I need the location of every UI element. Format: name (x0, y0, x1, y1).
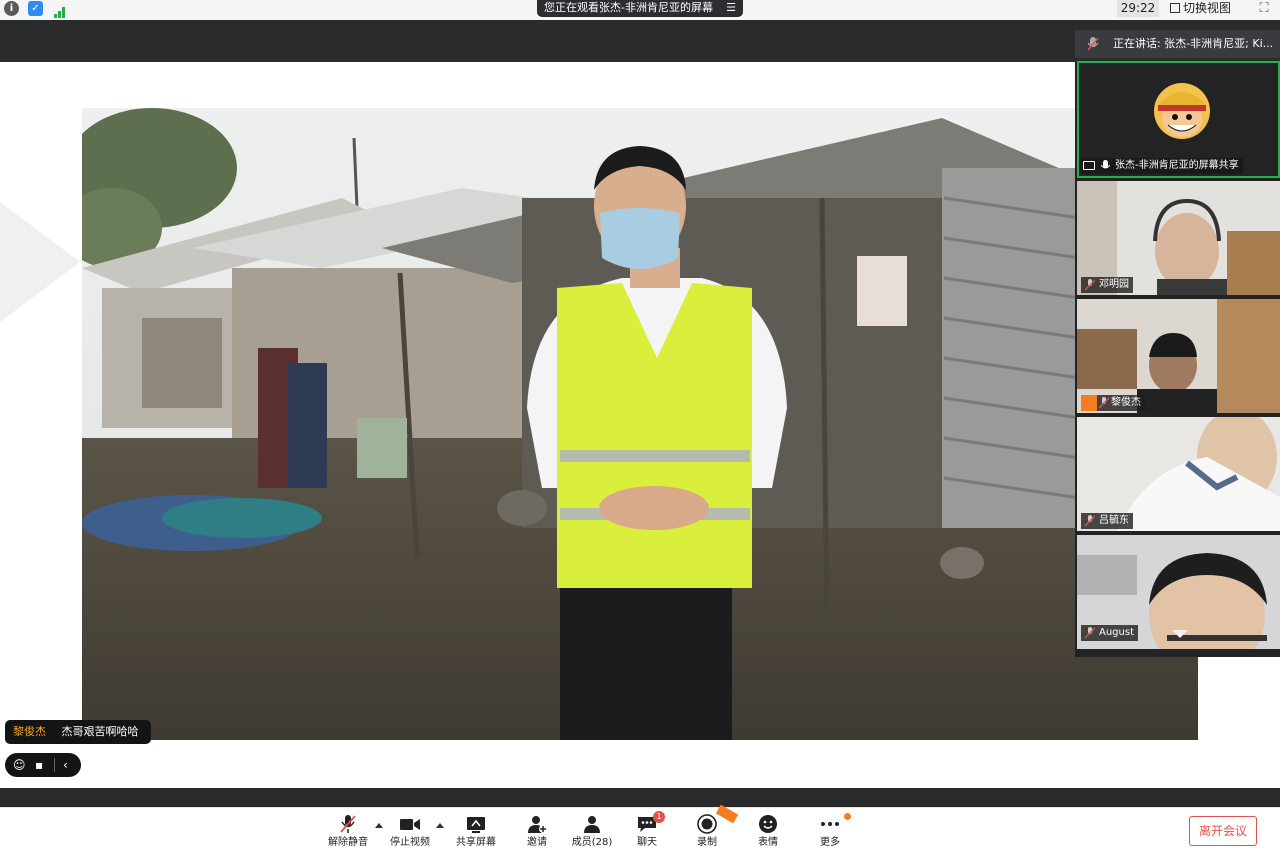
participant-name: 吕毓东 (1099, 515, 1129, 526)
participant-label: 黎俊杰 (1081, 395, 1145, 411)
members-button[interactable]: 成员(28) (562, 808, 622, 849)
shared-video (82, 108, 1198, 740)
stop-video-label: 停止视频 (390, 837, 430, 848)
invite-label: 邀请 (527, 837, 547, 848)
smiley-icon (759, 815, 777, 833)
chat-sender-name: 黎俊杰 (13, 725, 46, 738)
participant-name: 张杰-非洲肯尼亚的屏幕共享 (1115, 160, 1239, 171)
chat-unread-badge: 1 (653, 811, 665, 823)
screen-sharing-banner[interactable]: 您正在观看张杰-非洲肯尼亚的屏幕 ☰ (537, 0, 743, 17)
reactions-button[interactable]: 表情 (738, 808, 798, 849)
active-speaker-bar: 正在讲话: 张杰-非洲肯尼亚; Ki... (1075, 30, 1280, 58)
meeting-window: i ✓ 您正在观看张杰-非洲肯尼亚的屏幕 ☰ 29:22 切换视图 ⛶ 正在讲话… (0, 0, 1280, 849)
record-label: 录制 (697, 837, 717, 848)
share-screen-label: 共享屏幕 (456, 837, 496, 848)
participant-avatar (1154, 83, 1210, 139)
quick-controls-bar: ☺ ▪ ‹ (5, 753, 81, 777)
participant-name: August (1099, 627, 1134, 638)
stop-video-button[interactable]: 停止视频 (380, 808, 440, 849)
notification-dot (844, 813, 851, 820)
participant-label: August (1081, 625, 1138, 641)
members-icon (584, 816, 600, 833)
chat-icon[interactable]: ▪ (35, 753, 43, 777)
emoji-icon[interactable]: ☺ (13, 753, 26, 777)
chat-message-text: 杰哥艰苦啊哈哈 (61, 725, 139, 738)
record-beta-ribbon (715, 804, 739, 824)
record-icon (697, 814, 717, 834)
participant-tile[interactable]: 吕毓东 (1077, 417, 1280, 531)
invite-button[interactable]: 邀请 (507, 808, 567, 849)
share-screen-icon (467, 817, 485, 833)
switch-view-icon (1170, 3, 1180, 13)
view-options-icon[interactable]: ☰ (726, 0, 736, 15)
host-icon (1081, 395, 1097, 411)
members-label: 成员(28) (571, 837, 613, 848)
background-shape (0, 202, 80, 322)
video-camera-icon (400, 819, 420, 830)
active-speaker-text: 正在讲话: 张杰-非洲肯尼亚; Ki... (1113, 37, 1274, 50)
video-options-caret-icon[interactable] (436, 823, 444, 828)
more-button[interactable]: 更多 (800, 808, 860, 849)
participant-tile[interactable]: 邓明园 (1077, 181, 1280, 295)
record-button[interactable]: 录制 (677, 804, 739, 849)
sharing-banner-text: 您正在观看张杰-非洲肯尼亚的屏幕 (544, 1, 713, 14)
invite-user-icon (528, 816, 547, 833)
collapse-chevron-icon[interactable]: ‹ (63, 753, 68, 777)
fullscreen-icon[interactable]: ⛶ (1256, 1, 1272, 17)
divider (54, 758, 55, 772)
top-status-bar: i ✓ 您正在观看张杰-非洲肯尼亚的屏幕 ☰ 29:22 切换视图 ⛶ (0, 0, 1280, 20)
screen-share-icon (1083, 161, 1095, 170)
scroll-down-arrow-icon[interactable] (1172, 630, 1188, 638)
chat-label: 聊天 (637, 837, 657, 848)
unmute-label: 解除静音 (328, 837, 368, 848)
participant-label: 邓明园 (1081, 277, 1133, 293)
meeting-timer: 29:22 (1117, 0, 1159, 17)
muted-mic-icon (1085, 279, 1095, 291)
info-icon[interactable]: i (4, 1, 19, 16)
meeting-toolbar: 解除静音 停止视频 共享屏幕 邀请 成员(28) 1 聊天 录制 表情 更多 (0, 804, 1280, 849)
toolbar-separator-band (0, 788, 1280, 807)
video-scene-image (82, 108, 1198, 740)
share-screen-button[interactable]: 共享屏幕 (446, 808, 506, 849)
muted-mic-icon (340, 815, 356, 833)
muted-mic-icon (1087, 37, 1099, 51)
muted-mic-icon (1085, 515, 1095, 527)
participant-name: 黎俊杰 (1111, 397, 1141, 408)
more-label: 更多 (820, 837, 840, 848)
muted-mic-icon (1085, 627, 1095, 639)
unmute-button[interactable]: 解除静音 (318, 808, 378, 849)
reactions-label: 表情 (758, 837, 778, 848)
switch-view-button[interactable]: 切换视图 (1170, 0, 1242, 17)
participant-label: 吕毓东 (1081, 513, 1133, 529)
participant-name: 邓明园 (1099, 279, 1129, 290)
switch-view-label: 切换视图 (1183, 1, 1232, 15)
participant-tile[interactable]: 黎俊杰 (1077, 299, 1280, 413)
muted-mic-icon (1099, 397, 1109, 409)
share-tile-label: 张杰-非洲肯尼亚的屏幕共享 (1079, 158, 1243, 174)
participant-video-panel: 张杰-非洲肯尼亚的屏幕共享 邓明园 黎俊杰 吕毓东 August (1075, 61, 1280, 657)
leave-meeting-button[interactable]: 离开会议 (1189, 816, 1257, 846)
mic-icon (1101, 160, 1110, 169)
chat-preview-bubble[interactable]: 黎俊杰 杰哥艰苦啊哈哈 (5, 720, 151, 744)
more-dots-icon (821, 822, 839, 826)
participant-tile-share[interactable]: 张杰-非洲肯尼亚的屏幕共享 (1077, 61, 1280, 178)
signal-strength-icon[interactable] (53, 3, 67, 18)
chat-button[interactable]: 1 聊天 (617, 808, 677, 849)
security-shield-icon[interactable]: ✓ (28, 1, 43, 16)
